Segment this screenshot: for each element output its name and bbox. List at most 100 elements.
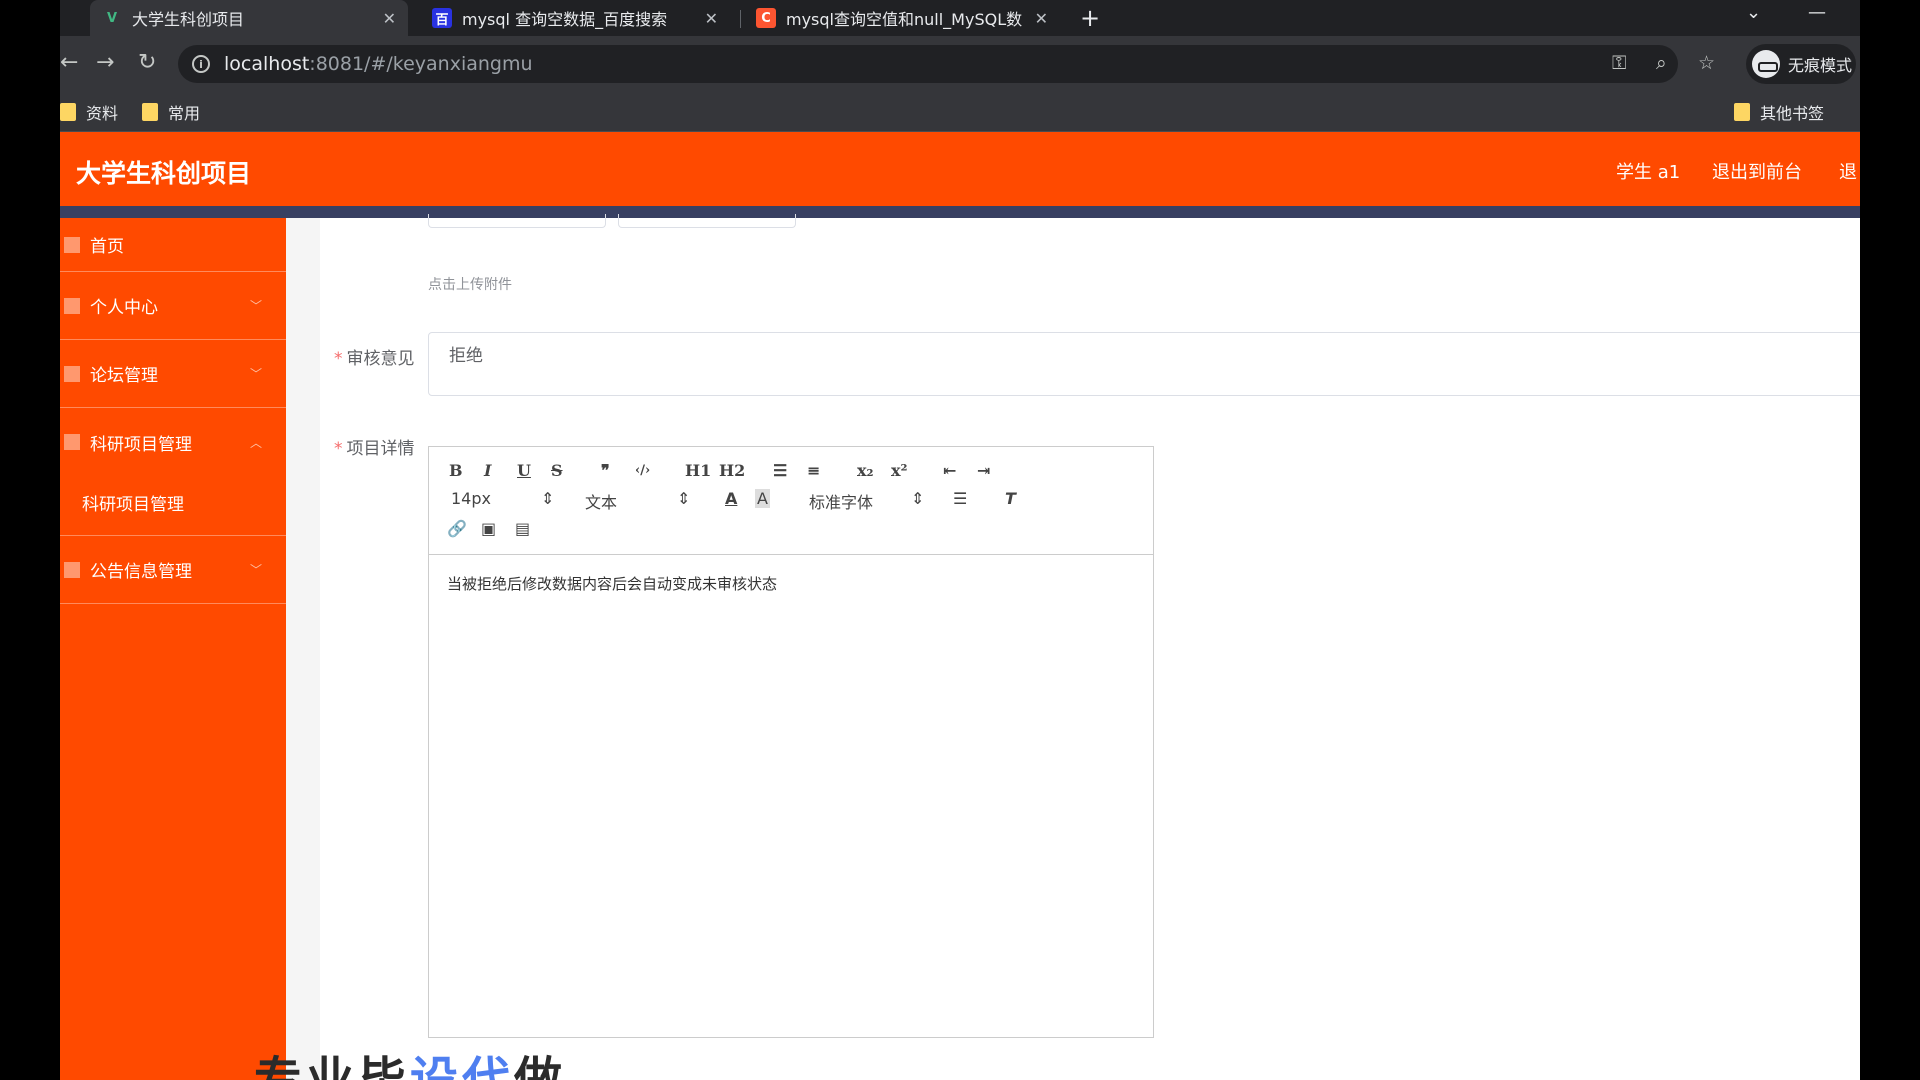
sidebar-subitem-research[interactable]: 科研项目管理 (60, 470, 286, 536)
video-icon[interactable]: ▤ (515, 519, 530, 538)
bold-button[interactable]: B (449, 461, 463, 480)
underline-button[interactable]: U (517, 461, 531, 480)
tab-search-icon[interactable]: ⌄ (1746, 2, 1761, 23)
other-bookmarks[interactable]: 其他书签 (1734, 100, 1824, 124)
back-icon[interactable]: ← (60, 50, 78, 75)
font-family-select[interactable]: 标准字体 (809, 489, 873, 513)
h1-button[interactable]: H1 (685, 461, 711, 480)
sidebar-item-label: 科研项目管理 (90, 434, 192, 455)
main-content: 点击上传附件 * 审核意见 拒绝 * 项目详情 B I U S ❞ ‹/› H1 H… (286, 214, 1860, 1080)
link-icon[interactable]: 🔗 (447, 519, 467, 538)
doc-icon (64, 561, 80, 578)
tab-title: mysql查询空值和null_MySQL数 (786, 10, 1023, 29)
clear-format-icon[interactable]: T (1005, 489, 1016, 508)
font-size-select[interactable]: 14px (451, 489, 491, 508)
bookmarks-bar: 资料 常用 其他书签 (60, 92, 1860, 132)
bookmark-folder[interactable]: 资料 (60, 100, 118, 124)
bookmark-label: 其他书签 (1760, 104, 1825, 123)
upload-button[interactable] (428, 214, 606, 228)
select-arrows-icon: ⇕ (541, 489, 555, 508)
tab-title: 大学生科创项目 (132, 10, 245, 29)
detail-label: * 项目详情 (334, 439, 415, 459)
baidu-icon: 百 (432, 8, 452, 28)
sidebar-item-label: 公告信息管理 (90, 562, 192, 582)
font-color-icon[interactable]: A (725, 489, 737, 508)
sidebar-item-label: 首页 (90, 237, 124, 257)
zoom-icon[interactable]: ⌕ (1656, 52, 1667, 74)
indent-button[interactable]: ⇥ (977, 461, 990, 480)
background-color-icon[interactable]: A (755, 489, 770, 508)
sidebar-item-label: 论坛管理 (90, 366, 158, 386)
app-title: 大学生科创项目 (76, 159, 252, 188)
forward-icon[interactable]: → (96, 50, 114, 75)
user-label: 学生 a1 (1616, 162, 1681, 183)
folder-icon (142, 103, 158, 121)
close-icon[interactable]: ✕ (383, 9, 396, 28)
close-icon[interactable]: ✕ (1035, 9, 1048, 28)
h2-button[interactable]: H2 (719, 461, 745, 480)
editor-content[interactable]: 当被拒绝后修改数据内容后会自动变成未审核状态 (447, 573, 777, 594)
ordered-list-button[interactable]: ☰ (773, 461, 787, 480)
header-strip (60, 206, 1860, 218)
select-arrows-icon: ⇕ (677, 489, 691, 508)
bookmark-label: 常用 (168, 104, 201, 123)
sidebar-item-label: 个人中心 (90, 298, 158, 318)
key-icon[interactable]: ⚿ (1612, 52, 1626, 74)
chevron-down-icon: ﹀ (249, 299, 262, 313)
chevron-up-icon: ︿ (249, 435, 262, 450)
star-icon[interactable]: ☆ (1698, 52, 1715, 74)
sidebar-item-personal[interactable]: 个人中心 ﹀ (60, 272, 286, 340)
close-icon[interactable]: ✕ (705, 9, 718, 28)
new-tab-icon[interactable]: + (1080, 4, 1100, 32)
superscript-button[interactable]: x² (891, 461, 908, 480)
incognito-icon (1752, 50, 1780, 78)
info-icon[interactable]: i (192, 55, 210, 73)
tab-title: mysql 查询空数据_百度搜索 (462, 10, 668, 29)
grid-icon (64, 365, 80, 382)
italic-button[interactable]: I (484, 461, 491, 480)
home-icon (64, 236, 80, 253)
sidebar: 首页 个人中心 ﹀ 论坛管理 ﹀ 科研项目管理 ︿ 科研项目管理 公告信息管理 … (60, 218, 286, 1080)
review-label: * 审核意见 (334, 349, 415, 369)
exit-front-link[interactable]: 退出到前台 (1712, 158, 1802, 184)
url-text: localhost:8081/#/keyanxiangmu (224, 53, 533, 75)
align-icon[interactable]: ☰ (953, 489, 967, 508)
strike-button[interactable]: S (551, 461, 563, 480)
outdent-button[interactable]: ⇤ (943, 461, 956, 480)
browser-window: V 大学生科创项目 ✕ 百 mysql 查询空数据_百度搜索 ✕ C mysql… (60, 0, 1860, 1080)
sidebar-item-research[interactable]: 科研项目管理 ︿ (60, 408, 286, 476)
address-bar[interactable]: i localhost:8081/#/keyanxiangmu (178, 45, 1678, 83)
subscript-button[interactable]: x₂ (857, 461, 874, 480)
tab-bar: V 大学生科创项目 ✕ 百 mysql 查询空数据_百度搜索 ✕ C mysql… (60, 0, 1860, 36)
blockquote-button[interactable]: ❞ (601, 461, 610, 480)
chevron-down-icon: ﹀ (249, 367, 262, 381)
browser-toolbar: ← → ↻ i localhost:8081/#/keyanxiangmu ⚿ … (60, 36, 1860, 92)
csdn-icon: C (756, 8, 776, 28)
image-icon[interactable]: ▣ (481, 519, 496, 538)
paragraph-select[interactable]: 文本 (585, 489, 617, 513)
upload-hint: 点击上传附件 (428, 277, 512, 293)
editor-toolbar: B I U S ❞ ‹/› H1 H2 ☰ ≡ x₂ x² ⇤ ⇥ 14px ⇕… (429, 447, 1153, 555)
bookmark-folder[interactable]: 常用 (142, 100, 200, 124)
chevron-down-icon: ﹀ (249, 563, 262, 577)
incognito-profile[interactable]: 无痕模式 (1746, 44, 1856, 84)
sidebar-item-home[interactable]: 首页 (60, 218, 286, 272)
sidebar-item-forum[interactable]: 论坛管理 ﹀ (60, 340, 286, 408)
tab-csdn[interactable]: C mysql查询空值和null_MySQL数 ✕ (744, 0, 1060, 36)
bullet-list-button[interactable]: ≡ (807, 461, 820, 480)
logout-link[interactable]: 退 (1839, 158, 1857, 184)
tab-active[interactable]: V 大学生科创项目 ✕ (90, 0, 408, 36)
content-gutter (286, 218, 320, 1080)
overlay-caption: 专业毕设代做 (254, 1052, 567, 1080)
upload-list[interactable] (618, 214, 796, 228)
reload-icon[interactable]: ↻ (138, 50, 156, 75)
review-textarea[interactable]: 拒绝 (428, 332, 1860, 396)
bookmark-label: 资料 (86, 104, 119, 123)
code-button[interactable]: ‹/› (635, 463, 650, 478)
flag-icon (64, 434, 80, 450)
rich-text-editor[interactable]: B I U S ❞ ‹/› H1 H2 ☰ ≡ x₂ x² ⇤ ⇥ 14px ⇕… (428, 446, 1154, 1038)
sidebar-item-notice[interactable]: 公告信息管理 ﹀ (60, 536, 286, 604)
tab-baidu[interactable]: 百 mysql 查询空数据_百度搜索 ✕ (420, 0, 730, 36)
user-icon (64, 297, 80, 314)
minimize-icon[interactable]: — (1808, 2, 1826, 23)
